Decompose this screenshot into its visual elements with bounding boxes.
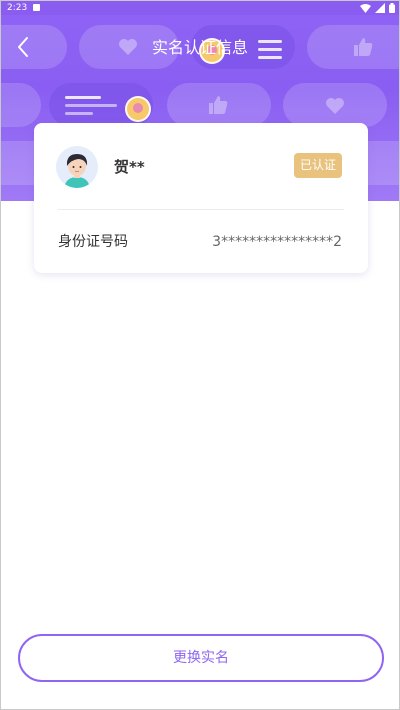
screen: 2:23 实名认证信息 贺** 已认证 身份证号码 3*************… — [0, 0, 400, 710]
status-icons — [360, 2, 395, 14]
decor-line — [65, 104, 117, 107]
wifi-icon — [360, 3, 371, 13]
decor-line — [65, 112, 93, 115]
id-number-label: 身份证号码 — [58, 234, 128, 250]
heart-icon — [326, 98, 344, 114]
decor-line — [65, 96, 101, 99]
user-avatar-icon — [56, 146, 98, 188]
verified-badge: 已认证 — [293, 153, 342, 178]
user-name: 贺** — [114, 158, 145, 176]
battery-icon — [389, 3, 395, 13]
divider — [58, 209, 344, 210]
verification-card: 贺** 已认证 身份证号码 3****************2 — [34, 123, 368, 273]
page-title: 实名认证信息 — [151, 38, 248, 57]
avatar — [56, 146, 98, 188]
status-bar: 2:23 — [1, 1, 399, 15]
status-time: 2:23 — [7, 3, 28, 13]
decor-bubble — [1, 83, 41, 127]
decor-avatar — [125, 96, 151, 122]
notification-icon — [33, 4, 40, 11]
id-number-value: 3****************2 — [212, 234, 342, 250]
thumbs-up-icon — [209, 96, 228, 114]
change-real-name-button[interactable]: 更换实名 — [18, 634, 384, 682]
signal-icon — [375, 3, 385, 13]
